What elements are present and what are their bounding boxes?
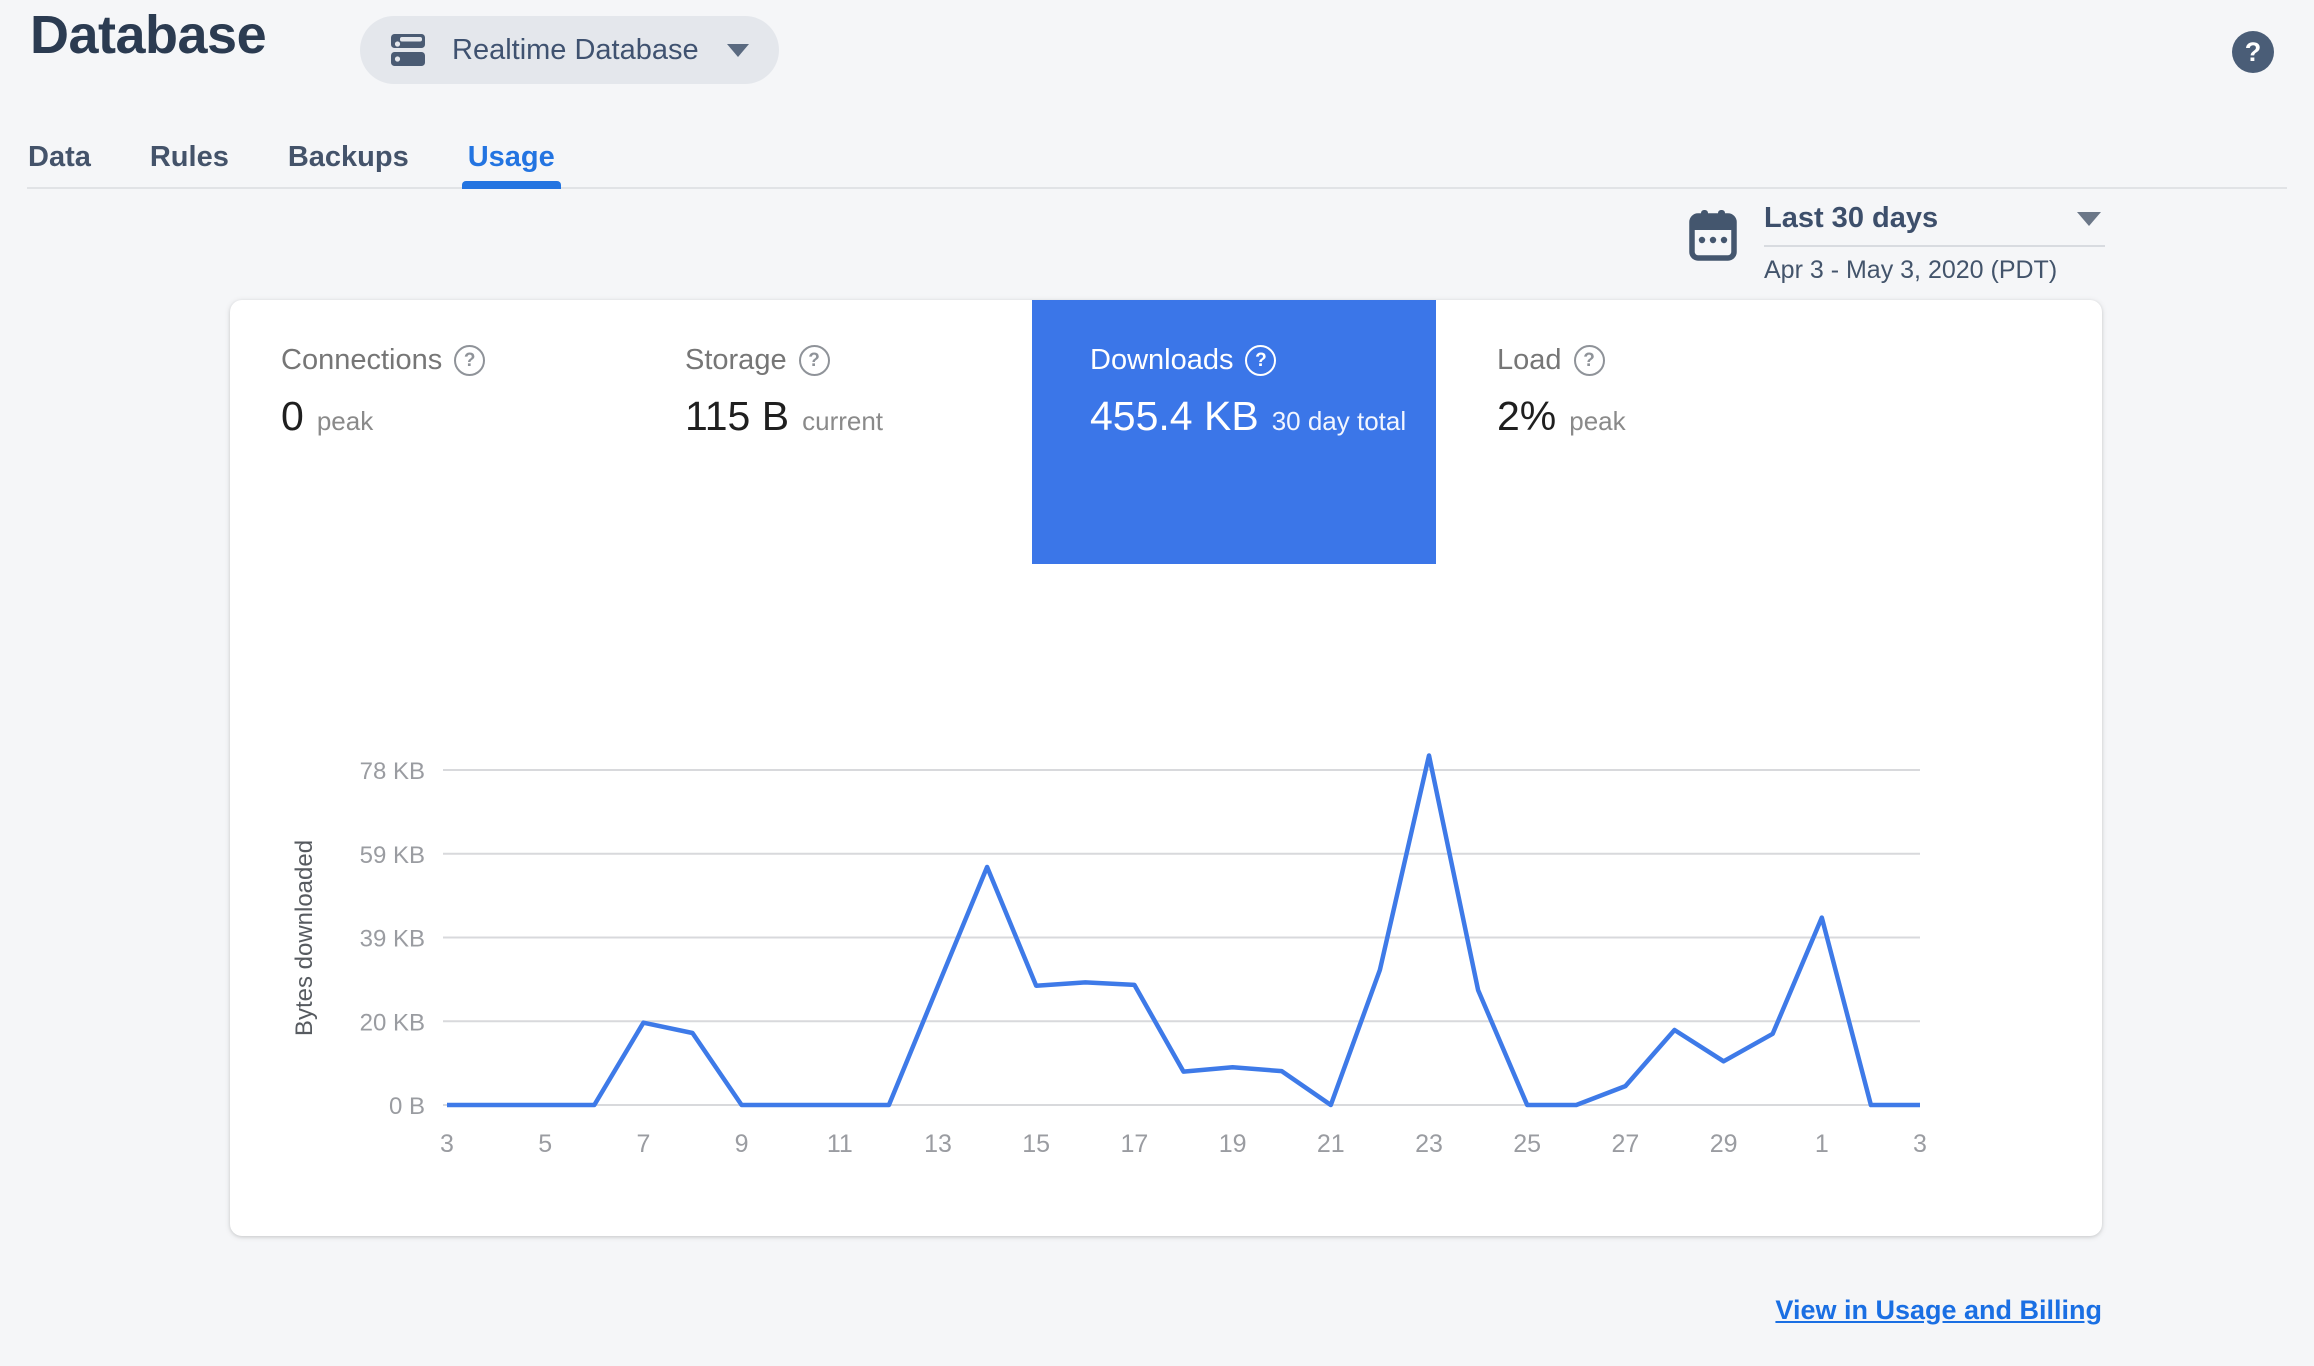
metric-storage[interactable]: Storage ? 115 B current xyxy=(685,344,883,440)
database-selector-dropdown[interactable]: Realtime Database xyxy=(360,16,779,84)
tab-bar: Data Rules Backups Usage xyxy=(27,128,2287,189)
metric-value: 455.4 KB xyxy=(1090,393,1259,439)
x-axis-tick-label: 1 xyxy=(1815,1130,1829,1158)
metric-unit: 30 day total xyxy=(1271,406,1407,436)
date-range-sublabel: Apr 3 - May 3, 2020 (PDT) xyxy=(1764,256,2058,284)
help-tooltip-icon[interactable]: ? xyxy=(1573,345,1605,376)
x-axis-tick-label: 23 xyxy=(1415,1130,1443,1158)
chevron-down-icon xyxy=(2077,211,2101,226)
x-axis-tick-label: 29 xyxy=(1710,1130,1738,1158)
metric-unit: peak xyxy=(316,406,374,436)
y-axis-title: Bytes downloaded xyxy=(291,840,318,1036)
date-range-texts: Last 30 days Apr 3 - May 3, 2020 (PDT) xyxy=(1764,202,2105,285)
usage-card: 0 B 20 KB 39 KB 59 KB 78 KB 3 5 7 9 11 13 15 17 19 21 2… xyxy=(230,300,2102,1236)
active-tab-underline xyxy=(461,181,561,189)
metric-label: Storage xyxy=(685,344,787,376)
metric-label: Load xyxy=(1497,344,1562,376)
view-usage-billing-link[interactable]: View in Usage and Billing xyxy=(1775,1295,2102,1326)
metric-value: 0 xyxy=(281,393,304,439)
y-axis-tick-label: 20 KB xyxy=(360,1009,425,1036)
metric-label: Connections xyxy=(281,344,443,376)
x-axis-tick-label: 3 xyxy=(1913,1130,1927,1158)
question-mark-icon: ? xyxy=(2244,36,2262,67)
help-button[interactable]: ? xyxy=(2232,31,2274,73)
x-axis-tick-label: 7 xyxy=(636,1130,650,1158)
metric-value: 2% xyxy=(1497,393,1557,439)
help-tooltip-icon[interactable]: ? xyxy=(1245,345,1277,376)
chevron-down-icon xyxy=(726,43,749,57)
metric-load[interactable]: Load ? 2% peak xyxy=(1497,344,1626,440)
tab-usage[interactable]: Usage xyxy=(461,128,561,189)
date-range-selector[interactable]: Last 30 days Apr 3 - May 3, 2020 (PDT) xyxy=(1688,202,2105,285)
help-tooltip-icon[interactable]: ? xyxy=(454,345,486,376)
metric-downloads-selected[interactable]: Downloads ? 455.4 KB 30 day total xyxy=(1032,300,1436,564)
x-axis-tick-label: 19 xyxy=(1219,1130,1247,1158)
metric-value: 115 B xyxy=(685,393,790,439)
x-axis-tick-label: 3 xyxy=(440,1130,454,1158)
y-axis-tick-label: 78 KB xyxy=(360,758,425,785)
tab-label: Backups xyxy=(287,141,409,173)
page-title: Database xyxy=(30,5,267,65)
x-axis-tick-label: 11 xyxy=(827,1130,853,1158)
downloads-line-series xyxy=(447,753,1920,1108)
calendar-icon xyxy=(1688,208,1738,264)
database-selector-label: Realtime Database xyxy=(452,33,699,66)
x-axis-tick-label: 5 xyxy=(538,1130,552,1158)
y-axis-tick-label: 0 B xyxy=(389,1093,425,1120)
y-axis-tick-label: 59 KB xyxy=(360,842,425,869)
x-axis-tick-label: 17 xyxy=(1120,1130,1148,1158)
tab-label: Usage xyxy=(467,141,555,173)
y-axis-tick-label: 39 KB xyxy=(360,926,425,953)
tab-label: Rules xyxy=(149,141,229,173)
x-axis-tick-label: 15 xyxy=(1022,1130,1050,1158)
tab-label: Data xyxy=(28,141,91,173)
tab-data[interactable]: Data xyxy=(28,128,91,187)
date-range-label: Last 30 days xyxy=(1764,202,1939,234)
x-axis-tick-label: 25 xyxy=(1513,1130,1541,1158)
tab-backups[interactable]: Backups xyxy=(288,128,409,187)
database-icon xyxy=(386,28,430,72)
metric-unit: current xyxy=(802,406,884,436)
x-axis-tick-label: 21 xyxy=(1317,1130,1345,1158)
tab-rules[interactable]: Rules xyxy=(150,128,229,187)
x-axis-tick-label: 27 xyxy=(1611,1130,1639,1158)
metric-connections[interactable]: Connections ? 0 peak xyxy=(281,344,486,440)
x-axis-tick-label: 9 xyxy=(735,1130,749,1158)
metric-label: Downloads xyxy=(1090,344,1234,376)
help-tooltip-icon[interactable]: ? xyxy=(798,345,830,376)
metric-unit: peak xyxy=(1569,406,1626,436)
x-axis-tick-label: 13 xyxy=(924,1130,952,1158)
